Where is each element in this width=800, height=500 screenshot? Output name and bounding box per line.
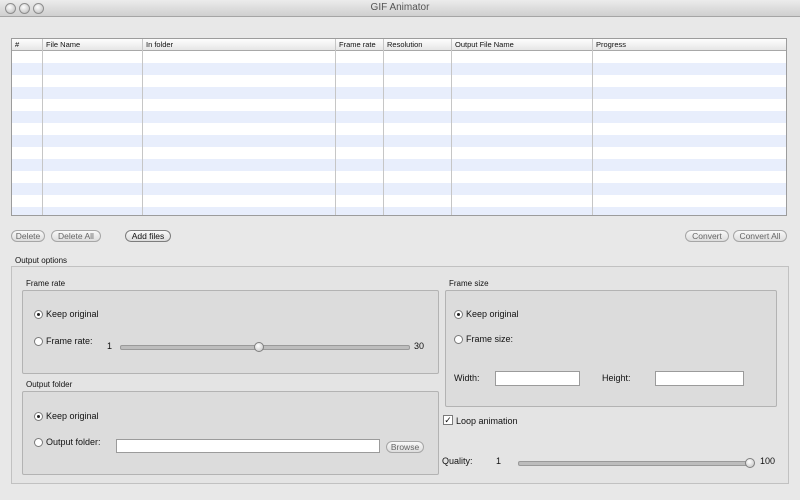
checkmark-icon: ✓	[444, 415, 452, 425]
table-row[interactable]	[12, 111, 786, 123]
width-input[interactable]	[495, 371, 580, 386]
table-row[interactable]	[12, 51, 786, 63]
frame-size-group	[445, 290, 777, 407]
height-label: Height:	[602, 373, 631, 383]
quality-max-label: 100	[760, 456, 776, 466]
column-divider	[451, 39, 452, 215]
table-row[interactable]	[12, 207, 786, 215]
width-label: Width:	[454, 373, 480, 383]
frame-rate-group	[22, 290, 439, 374]
table-row[interactable]	[12, 123, 786, 135]
frame-size-custom-radio[interactable]	[454, 335, 463, 344]
column-divider	[592, 39, 593, 215]
quality-slider-track[interactable]	[518, 461, 752, 466]
quality-min-label: 1	[496, 456, 502, 466]
table-row[interactable]	[12, 171, 786, 183]
table-row[interactable]	[12, 147, 786, 159]
column-header-progress[interactable]: Progress	[593, 39, 786, 50]
column-divider	[383, 39, 384, 215]
column-header-output-file-name[interactable]: Output File Name	[452, 39, 593, 50]
files-table[interactable]: # File Name In folder Frame rate Resolut…	[11, 38, 787, 216]
column-header-in-folder[interactable]: In folder	[143, 39, 336, 50]
output-folder-keep-original-label[interactable]: Keep original	[46, 411, 99, 421]
frame-size-keep-original-label[interactable]: Keep original	[466, 309, 519, 319]
frame-rate-slider-track[interactable]	[120, 345, 410, 350]
table-row[interactable]	[12, 195, 786, 207]
window-title: GIF Animator	[370, 2, 430, 13]
table-row[interactable]	[12, 63, 786, 75]
add-files-button[interactable]: Add files	[125, 230, 171, 242]
quality-label: Quality:	[442, 456, 473, 466]
output-folder-custom-label[interactable]: Output folder:	[46, 437, 101, 447]
frame-rate-min-label: 1	[107, 341, 113, 351]
frame-rate-slider-knob[interactable]	[254, 342, 265, 352]
frame-rate-keep-original-label[interactable]: Keep original	[46, 309, 99, 319]
column-header-number[interactable]: #	[12, 39, 42, 50]
quality-slider-knob[interactable]	[745, 458, 755, 468]
frame-size-custom-label[interactable]: Frame size:	[466, 334, 513, 344]
column-header-frame-rate[interactable]: Frame rate	[336, 39, 384, 50]
table-row[interactable]	[12, 159, 786, 171]
frame-rate-custom-label[interactable]: Frame rate:	[46, 336, 93, 346]
output-folder-group-label: Output folder	[26, 380, 73, 389]
table-row[interactable]	[12, 75, 786, 87]
convert-button[interactable]: Convert	[685, 230, 729, 242]
column-divider	[142, 39, 143, 215]
table-header: # File Name In folder Frame rate Resolut…	[12, 39, 786, 51]
output-folder-path-input[interactable]	[116, 439, 380, 453]
column-divider	[42, 39, 43, 215]
output-folder-group	[22, 391, 439, 475]
frame-rate-custom-radio[interactable]	[34, 337, 43, 346]
delete-button[interactable]: Delete	[11, 230, 45, 242]
frame-size-keep-original-radio[interactable]	[454, 310, 463, 319]
height-input[interactable]	[655, 371, 744, 386]
output-folder-keep-original-radio[interactable]	[34, 412, 43, 421]
loop-animation-label[interactable]: Loop animation	[456, 416, 518, 426]
table-row[interactable]	[12, 87, 786, 99]
column-header-file-name[interactable]: File Name	[43, 39, 142, 50]
loop-animation-checkbox[interactable]: ✓	[443, 415, 453, 425]
table-body	[12, 51, 786, 215]
frame-rate-group-label: Frame rate	[26, 279, 66, 288]
table-row[interactable]	[12, 135, 786, 147]
browse-button[interactable]: Browse	[386, 441, 424, 453]
convert-all-button[interactable]: Convert All	[733, 230, 787, 242]
table-row[interactable]	[12, 99, 786, 111]
column-divider	[335, 39, 336, 215]
frame-rate-max-label: 30	[414, 341, 425, 351]
delete-all-button[interactable]: Delete All	[51, 230, 101, 242]
column-header-resolution[interactable]: Resolution	[384, 39, 452, 50]
output-options-label: Output options	[15, 256, 68, 265]
frame-rate-keep-original-radio[interactable]	[34, 310, 43, 319]
window-titlebar: GIF Animator	[0, 0, 800, 17]
frame-size-group-label: Frame size	[449, 279, 489, 288]
table-row[interactable]	[12, 183, 786, 195]
output-folder-custom-radio[interactable]	[34, 438, 43, 447]
